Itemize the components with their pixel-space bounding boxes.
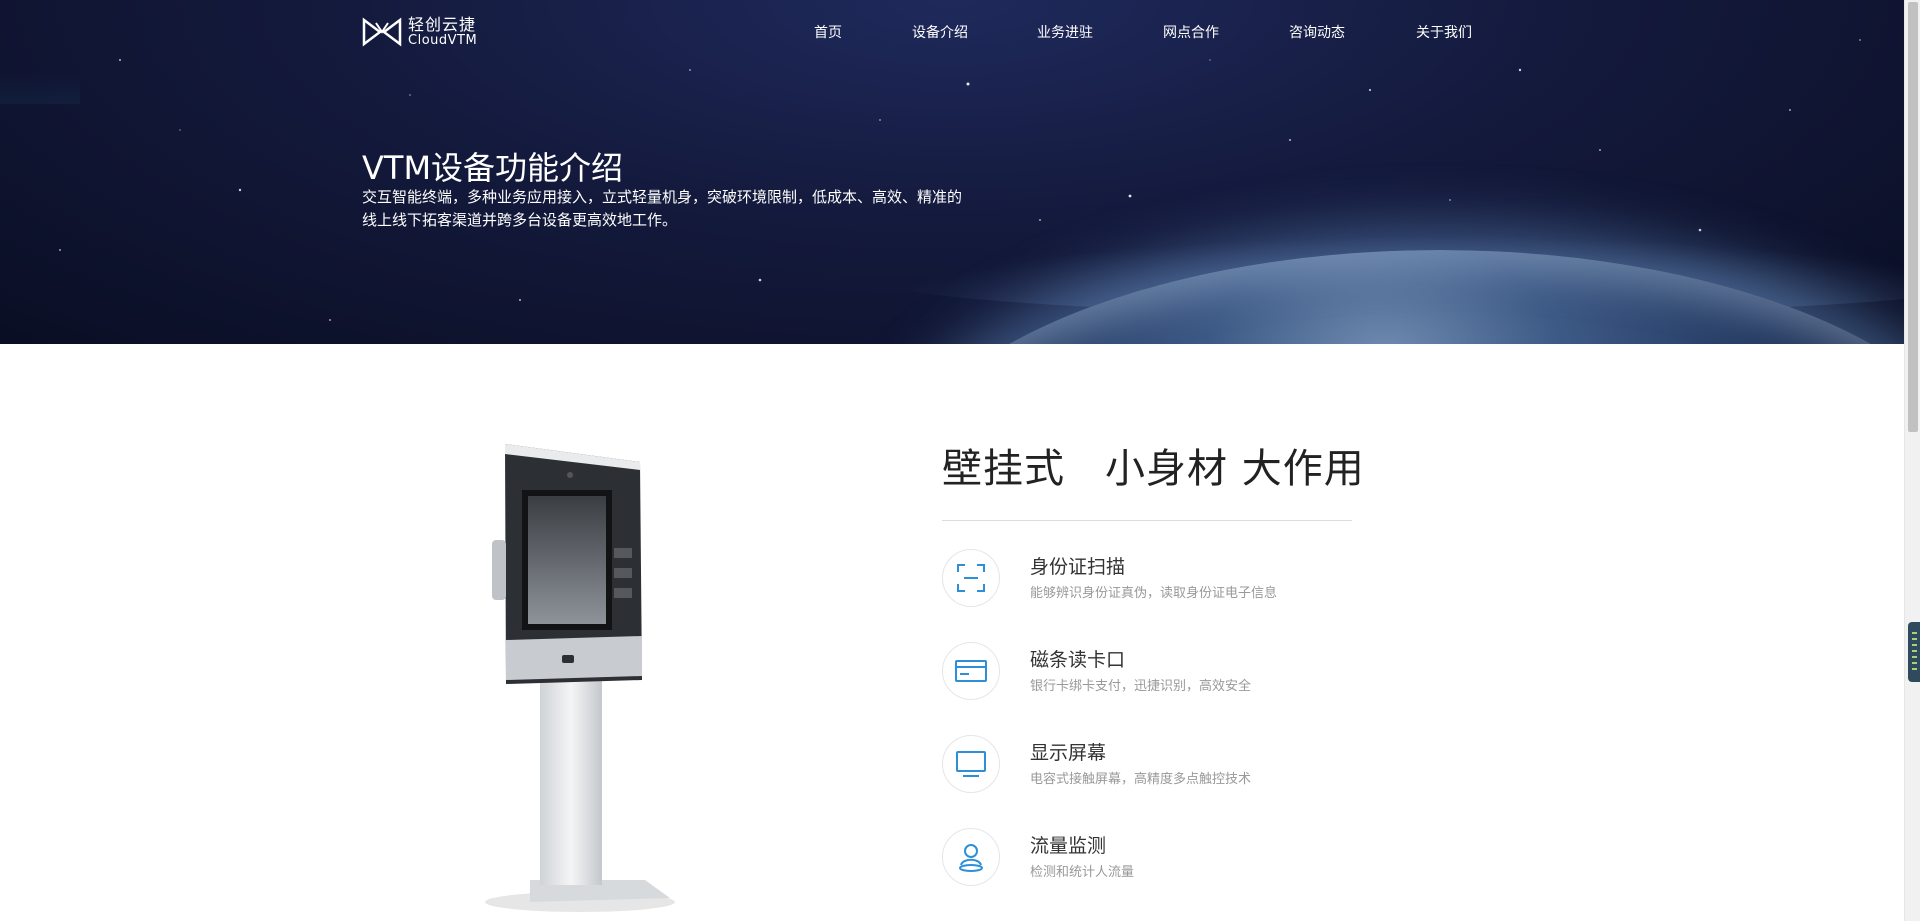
feature-title: 显示屏幕 <box>1030 742 1107 764</box>
person-location-icon <box>959 844 983 872</box>
hero-banner: 轻创云捷 CloudVTM 首页 设备介绍 业务进驻 网点合作 咨询动态 关于我… <box>0 0 1904 344</box>
hero-title: VTM设备功能介绍 <box>362 149 624 187</box>
feature-title: 身份证扫描 <box>1030 556 1126 578</box>
hero-description: 交互智能终端，多种业务应用接入，立式轻量机身，突破环境限制，低成本、高效、精准的… <box>362 186 1022 232</box>
feature-item-card-reader: 磁条读卡口 银行卡绑卡支付，迅捷识别，高效安全 <box>942 642 1462 702</box>
main-nav: 首页 设备介绍 业务进驻 网点合作 咨询动态 关于我们 <box>0 22 1904 42</box>
hero-desc-line-2: 线上线下拓客渠道并跨多台设备更高效地工作。 <box>362 211 678 229</box>
nav-item-about[interactable]: 关于我们 <box>1416 22 1472 42</box>
side-float-widget[interactable] <box>1908 622 1920 682</box>
nav-item-partners[interactable]: 网点合作 <box>1163 22 1219 42</box>
feature-item-display: 显示屏幕 电容式接触屏幕，高精度多点触控技术 <box>942 735 1462 795</box>
section-title-part-2: 小身材 大作用 <box>1105 446 1365 492</box>
feature-icon-circle <box>942 642 1000 700</box>
page-scrollbar[interactable] <box>1904 0 1920 921</box>
card-icon <box>955 660 987 682</box>
scan-icon <box>957 564 985 592</box>
feature-item-traffic: 流量监测 检测和统计人流量 <box>942 828 1462 888</box>
feature-item-id-scan: 身份证扫描 能够辨识身份证真伪，读取身份证电子信息 <box>942 549 1462 609</box>
section-title-part-1: 壁挂式 <box>942 446 1065 492</box>
hero-desc-line-1: 交互智能终端，多种业务应用接入，立式轻量机身，突破环境限制，低成本、高效、精准的 <box>362 188 963 206</box>
feature-description: 能够辨识身份证真伪，读取身份证电子信息 <box>1030 586 1278 601</box>
vtm-kiosk-image <box>485 444 675 912</box>
section-title: 壁挂式 小身材 大作用 <box>942 436 1365 494</box>
feature-description: 银行卡绑卡支付，迅捷识别，高效安全 <box>1030 679 1252 694</box>
nav-item-news[interactable]: 咨询动态 <box>1289 22 1345 42</box>
feature-description: 检测和统计人流量 <box>1030 865 1135 880</box>
feature-title: 流量监测 <box>1030 835 1107 857</box>
nav-item-home[interactable]: 首页 <box>814 22 842 42</box>
feature-description: 电容式接触屏幕，高精度多点触控技术 <box>1030 772 1252 787</box>
nav-item-devices[interactable]: 设备介绍 <box>912 22 968 42</box>
section-divider <box>942 520 1352 521</box>
hero-shade <box>0 0 80 104</box>
feature-icon-circle <box>942 828 1000 886</box>
feature-icon-circle <box>942 549 1000 607</box>
feature-title: 磁条读卡口 <box>1030 649 1126 671</box>
monitor-icon <box>956 751 986 777</box>
scrollbar-thumb[interactable] <box>1908 2 1918 432</box>
feature-icon-circle <box>942 735 1000 793</box>
nav-item-business[interactable]: 业务进驻 <box>1037 22 1093 42</box>
